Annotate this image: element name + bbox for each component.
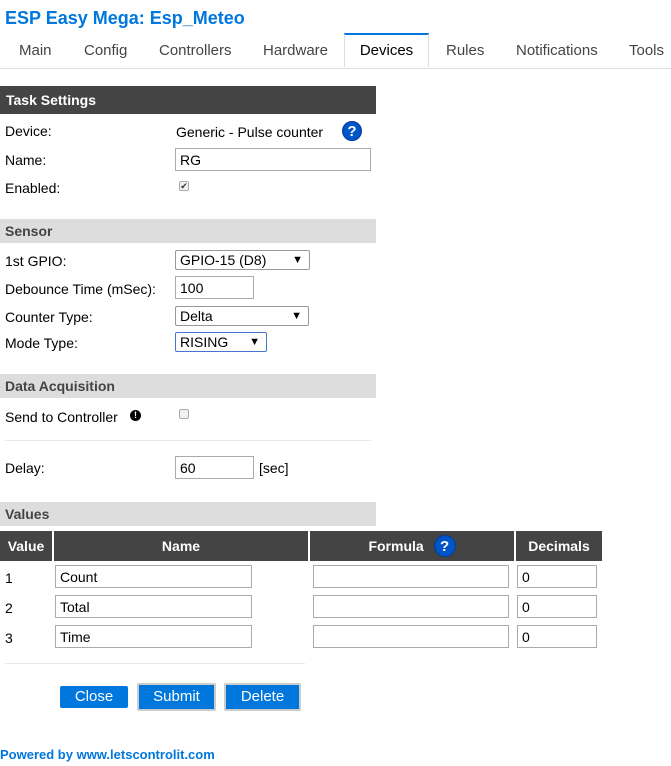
tab-config[interactable]: Config [84, 42, 127, 59]
counter-type-select[interactable]: Delta ▼ [175, 306, 309, 326]
tab-bar: Main Config Controllers Hardware Devices… [0, 33, 671, 69]
value-index: 2 [5, 600, 13, 616]
send-to-controller-label: Send to Controller [5, 409, 118, 425]
gpio-select-value: GPIO-15 (D8) [180, 252, 267, 268]
triangle-down-icon: ▼ [291, 310, 302, 322]
tab-tools[interactable]: Tools [629, 42, 664, 59]
send-to-controller-checkbox[interactable] [179, 409, 189, 419]
mode-type-select[interactable]: RISING ▼ [175, 332, 267, 352]
column-header-decimals: Decimals [516, 531, 602, 561]
triangle-down-icon: ▼ [292, 254, 303, 266]
name-input[interactable] [175, 148, 371, 171]
value-decimals-input[interactable] [517, 565, 597, 588]
mode-type-value: RISING [180, 334, 229, 350]
delay-label: Delay: [5, 460, 45, 476]
column-header-value: Value [0, 531, 52, 561]
device-label: Device: [5, 123, 52, 139]
counter-type-label: Counter Type: [5, 309, 93, 325]
triangle-down-icon: ▼ [249, 336, 260, 348]
info-icon: ! [130, 410, 141, 421]
delay-unit: [sec] [259, 460, 289, 476]
formula-header-label: Formula [368, 538, 424, 554]
submit-button[interactable]: Submit [137, 683, 216, 711]
footer-link[interactable]: Powered by www.letscontrolit.com [0, 747, 215, 762]
mode-type-label: Mode Type: [5, 335, 78, 351]
counter-type-value: Delta [180, 308, 213, 324]
page-title: ESP Easy Mega: Esp_Meteo [5, 8, 245, 28]
enabled-label: Enabled: [5, 180, 61, 196]
value-name-input[interactable] [55, 625, 252, 648]
divider [5, 663, 305, 664]
help-icon[interactable]: ? [433, 534, 456, 557]
debounce-input[interactable] [175, 276, 254, 299]
value-formula-input[interactable] [313, 625, 509, 648]
tab-controllers[interactable]: Controllers [159, 42, 232, 59]
value-decimals-input[interactable] [517, 595, 597, 618]
column-header-formula: Formula ? [310, 531, 514, 561]
value-decimals-input[interactable] [517, 625, 597, 648]
tab-notifications[interactable]: Notifications [516, 42, 598, 59]
tab-hardware[interactable]: Hardware [263, 42, 328, 59]
values-header: Values [0, 502, 376, 526]
value-name-input[interactable] [55, 595, 252, 618]
column-header-name: Name [54, 531, 308, 561]
value-formula-input[interactable] [313, 595, 509, 618]
help-icon[interactable]: ? [342, 121, 362, 141]
tab-devices[interactable]: Devices [344, 33, 429, 67]
delay-input[interactable] [175, 456, 254, 479]
gpio-select[interactable]: GPIO-15 (D8) ▼ [175, 250, 310, 270]
data-acquisition-header: Data Acquisition [0, 374, 376, 398]
gpio-label: 1st GPIO: [5, 253, 67, 269]
enabled-checkbox[interactable]: ✔ [179, 181, 189, 191]
device-value: Generic - Pulse counter [176, 124, 324, 140]
value-index: 3 [5, 630, 13, 646]
delete-button[interactable]: Delete [224, 683, 301, 711]
divider [5, 440, 371, 441]
name-label: Name: [5, 152, 47, 168]
tab-main[interactable]: Main [19, 42, 52, 59]
sensor-header: Sensor [0, 219, 376, 243]
value-index: 1 [5, 570, 13, 586]
value-name-input[interactable] [55, 565, 252, 588]
task-settings-header: Task Settings [0, 86, 376, 114]
value-formula-input[interactable] [313, 565, 509, 588]
tab-rules[interactable]: Rules [446, 42, 484, 59]
close-button[interactable]: Close [60, 686, 128, 708]
debounce-label: Debounce Time (mSec): [5, 281, 156, 297]
